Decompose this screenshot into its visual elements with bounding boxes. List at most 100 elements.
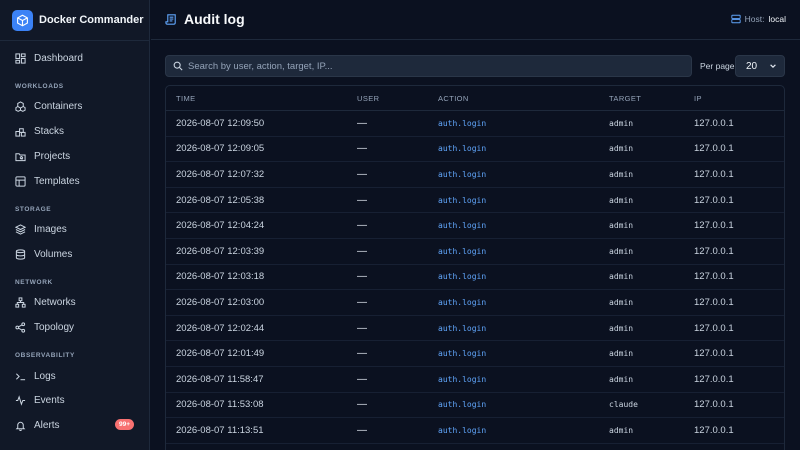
cell-ip: 127.0.0.1	[694, 245, 734, 257]
table-row[interactable]: 2026-08-07 11:13:51 — auth.login admin 127.0…	[166, 418, 784, 444]
table-row[interactable]: 2026-08-07 11:53:08 — auth.login claude 127.…	[166, 393, 784, 419]
sidebar-item-images[interactable]: Images	[8, 218, 142, 240]
cell-ip: 127.0.0.1	[694, 117, 734, 129]
table-row[interactable]: 2026-08-07 12:09:05 — auth.login admin 127.0…	[166, 137, 784, 163]
column-header-action[interactable]: ACTION	[438, 86, 469, 110]
table-row[interactable]: 2026-08-07 12:03:18 — auth.login admin 127.0…	[166, 265, 784, 291]
nav-section-title: WORKLOADS	[15, 83, 64, 90]
cell-target: claude	[609, 400, 638, 410]
sidebar-item-topology[interactable]: Topology	[8, 316, 142, 338]
sidebar-item-containers[interactable]: Containers	[8, 95, 142, 117]
cell-time: 2026-08-07 12:02:44	[176, 322, 265, 334]
cell-user: —	[357, 168, 367, 180]
cell-time: 2026-08-07 12:09:05	[176, 143, 265, 155]
sidebar-item-networks[interactable]: Networks	[8, 291, 142, 313]
sidebar-item-label: Containers	[34, 100, 83, 112]
cell-ip: 127.0.0.1	[694, 322, 734, 334]
dashboard-icon	[15, 52, 26, 64]
nav-section-title: STORAGE	[15, 206, 52, 213]
table-row[interactable]: 2026-08-07 12:04:24 — auth.login admin 127.0…	[166, 213, 784, 239]
table-row[interactable]: 2026-08-07 11:58:47 — auth.login admin 127.0…	[166, 367, 784, 393]
cell-time: 2026-08-07 12:03:39	[176, 245, 265, 257]
column-header-target[interactable]: TARGET	[609, 86, 641, 110]
cell-ip: 127.0.0.1	[694, 296, 734, 308]
sidebar-item-alerts[interactable]: Alerts 99+	[8, 414, 142, 436]
sidebar-item-dashboard[interactable]: Dashboard	[8, 47, 142, 69]
cell-ip: 127.0.0.1	[694, 348, 734, 360]
cell-action: auth.login	[438, 297, 487, 307]
cell-target: admin	[609, 349, 634, 359]
share-icon	[15, 321, 26, 333]
nav-section-title: NETWORK	[15, 279, 53, 286]
server-icon	[731, 14, 741, 24]
column-header-time[interactable]: TIME	[176, 86, 196, 110]
cell-target: admin	[609, 144, 634, 154]
table-row[interactable]: 2026-08-07 12:05:38 — auth.login admin 127.0…	[166, 188, 784, 214]
cell-time: 2026-08-07 12:03:18	[176, 271, 265, 283]
cell-action: auth.login	[438, 195, 487, 205]
brand[interactable]: Docker Commander	[12, 9, 144, 31]
sidebar-item-label: Topology	[34, 321, 75, 333]
alerts-count-badge: 99+	[114, 419, 134, 430]
sidebar-item-events[interactable]: Events	[8, 389, 142, 411]
per-page-select[interactable]: 20	[735, 55, 785, 77]
search-input[interactable]	[188, 60, 668, 72]
sidebar-item-label: Projects	[34, 150, 71, 162]
activity-icon	[15, 394, 26, 406]
table-row[interactable]: 2026-08-07 12:01:49 — auth.login admin 127.0…	[166, 341, 784, 367]
scroll-icon	[165, 13, 176, 25]
cell-ip: 127.0.0.1	[694, 143, 734, 155]
table-row[interactable]: 2026-08-07 12:07:32 — auth.login admin 127.0…	[166, 162, 784, 188]
cell-target: admin	[609, 169, 634, 179]
column-header-user[interactable]: USER	[357, 86, 379, 110]
cell-time: 2026-08-07 11:13:51	[176, 424, 264, 436]
cell-ip: 127.0.0.1	[694, 271, 734, 283]
cell-target: admin	[609, 323, 634, 333]
containers-icon	[15, 100, 26, 112]
cell-target: admin	[609, 374, 634, 384]
cell-action: auth.login	[438, 272, 487, 282]
table-row[interactable]: 2026-08-07 12:03:39 — auth.login admin 127.0…	[166, 239, 784, 265]
cell-time: 2026-08-07 11:53:08	[176, 399, 264, 411]
sidebar-item-label: Alerts	[34, 419, 60, 431]
cell-time: 2026-08-07 12:04:24	[176, 220, 265, 232]
cell-time: 2026-08-07 12:01:49	[176, 348, 265, 360]
sidebar-item-stacks[interactable]: Stacks	[8, 120, 142, 142]
cell-user: —	[357, 424, 367, 436]
audit-log-table: TIME USER ACTION TARGET IP 2026-08-07 12…	[165, 85, 785, 450]
cell-user: —	[357, 322, 367, 334]
sidebar-item-label: Volumes	[34, 248, 73, 260]
sidebar-item-projects[interactable]: Projects	[8, 145, 142, 167]
cell-user: —	[357, 245, 367, 257]
table-row[interactable]: 2026-08-07 12:02:44 — auth.login admin 127.0…	[166, 316, 784, 342]
host-indicator[interactable]: Host: local	[731, 14, 786, 24]
page-title-text: Audit log	[184, 11, 245, 27]
column-header-ip[interactable]: IP	[694, 86, 702, 110]
sidebar-item-logs[interactable]: Logs	[8, 365, 142, 387]
cell-action: auth.login	[438, 425, 487, 435]
cell-target: admin	[609, 297, 634, 307]
layers-icon	[15, 223, 26, 235]
sidebar: Docker Commander Dashboard WORKLOADS Con…	[0, 0, 150, 450]
sidebar-item-label: Images	[34, 223, 67, 235]
cell-target: admin	[609, 195, 634, 205]
cell-time: 2026-08-07 12:05:38	[176, 194, 265, 206]
cell-target: admin	[609, 425, 634, 435]
database-icon	[15, 248, 26, 260]
cell-ip: 127.0.0.1	[694, 399, 734, 411]
cell-target: admin	[609, 272, 634, 282]
sidebar-divider	[0, 40, 150, 41]
sidebar-item-templates[interactable]: Templates	[8, 170, 142, 192]
table-row[interactable]: 2026-08-07 12:03:00 — auth.login admin 127.0…	[166, 290, 784, 316]
sidebar-item-volumes[interactable]: Volumes	[8, 243, 142, 265]
nav-section-title: OBSERVABILITY	[15, 352, 75, 359]
table-row[interactable]: 2026-08-07 12:09:50 — auth.login admin 127.0…	[166, 111, 784, 137]
cell-user: —	[357, 271, 367, 283]
cell-ip: 127.0.0.1	[694, 194, 734, 206]
cell-action: auth.login	[438, 374, 487, 384]
sidebar-item-label: Events	[34, 394, 65, 406]
bell-icon	[15, 421, 26, 431]
cell-target: admin	[609, 246, 634, 256]
search-box[interactable]	[165, 55, 692, 77]
cell-target: admin	[609, 118, 634, 128]
